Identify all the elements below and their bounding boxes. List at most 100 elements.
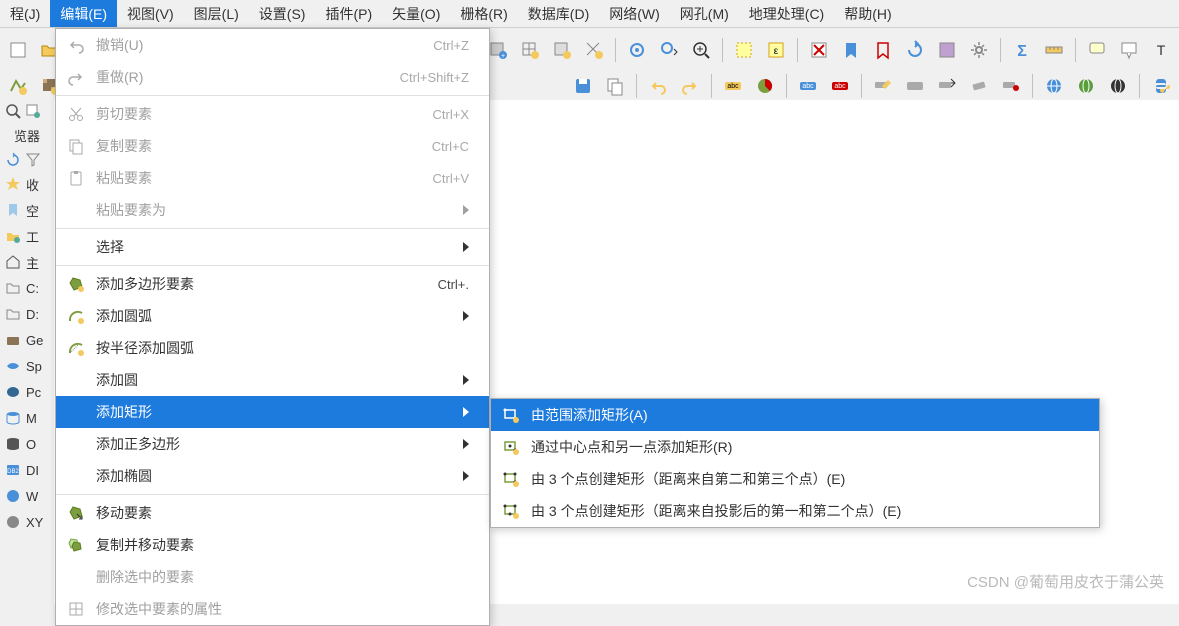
show-label-icon[interactable]	[901, 72, 929, 100]
copy-layer-icon[interactable]	[601, 72, 629, 100]
drive-c-item[interactable]: C:	[0, 275, 54, 301]
spatial-bookmarks-item[interactable]: 空	[0, 197, 54, 223]
bookmark-icon[interactable]	[837, 36, 865, 64]
rotate-label-icon[interactable]	[965, 72, 993, 100]
rect-3points-item[interactable]: 由 3 个点创建矩形（距离来自第二和第三个点）(E)	[491, 463, 1099, 495]
spatialite-item[interactable]: Sp	[0, 353, 54, 379]
geopackage-item[interactable]: Ge	[0, 327, 54, 353]
add-ellipse-item[interactable]: 添加椭圆	[56, 460, 489, 492]
rect-center-item[interactable]: 通过中心点和另一点添加矩形(R)	[491, 431, 1099, 463]
edit-attributes-item[interactable]: 修改选中要素的属性	[56, 593, 489, 625]
text-annotation-icon[interactable]: T	[1147, 36, 1175, 64]
refresh-browser-icon[interactable]	[4, 151, 22, 169]
project-home-item[interactable]: 工	[0, 223, 54, 249]
menu-help[interactable]: 帮助(H)	[834, 0, 901, 27]
layer-grid-icon[interactable]	[516, 36, 544, 64]
change-label-icon[interactable]	[997, 72, 1025, 100]
redo-item[interactable]: 重做(R)Ctrl+Shift+Z	[56, 61, 489, 93]
select-expr-icon[interactable]: ε	[762, 36, 790, 64]
add-polygon-item[interactable]: 添加多边形要素Ctrl+.	[56, 268, 489, 300]
redo2-icon[interactable]	[676, 72, 704, 100]
pin-label-icon[interactable]	[869, 72, 897, 100]
menu-edit[interactable]: 编辑(E)	[50, 0, 117, 27]
label-bg-icon[interactable]: abc	[794, 72, 822, 100]
menu-layer[interactable]: 图层(L)	[184, 0, 249, 27]
browser-header: 览器	[0, 122, 54, 149]
drive-d-item[interactable]: D:	[0, 301, 54, 327]
annotation-icon[interactable]	[1115, 36, 1143, 64]
deselect-icon[interactable]	[805, 36, 833, 64]
python-icon[interactable]	[1147, 72, 1175, 100]
oracle-item[interactable]: O	[0, 431, 54, 457]
rect-extent-item[interactable]: 由范围添加矩形(A)	[491, 399, 1099, 431]
rect-3points-proj-item[interactable]: 由 3 个点创建矩形（距离来自投影后的第一和第二个点）(E)	[491, 495, 1099, 527]
add-vector-icon[interactable]	[4, 72, 32, 100]
mssql-item[interactable]: M	[0, 405, 54, 431]
paste-as-item[interactable]: 粘贴要素为	[56, 194, 489, 226]
select-item[interactable]: 选择	[56, 231, 489, 263]
identify-arrow-icon[interactable]	[655, 36, 683, 64]
select-rect-icon[interactable]	[730, 36, 758, 64]
add-arc-radius-item[interactable]: 按半径添加圆弧	[56, 332, 489, 364]
edit-dropdown: 撤销(U)Ctrl+Z 重做(R)Ctrl+Shift+Z 剪切要素Ctrl+X…	[55, 28, 490, 626]
postgres-item[interactable]: Pc	[0, 379, 54, 405]
magnify-icon[interactable]	[4, 102, 22, 120]
xyz-item[interactable]: XY	[0, 509, 54, 535]
filter-browser-icon[interactable]	[24, 151, 42, 169]
copy-move-feature-item[interactable]: 复制并移动要素	[56, 529, 489, 561]
add-regular-polygon-item[interactable]: 添加正多边形	[56, 428, 489, 460]
new-project-icon[interactable]	[4, 36, 32, 64]
menu-network[interactable]: 网络(W)	[599, 0, 670, 27]
svg-text:Σ: Σ	[1017, 43, 1027, 60]
favorites-item[interactable]: 收	[0, 171, 54, 197]
wms-item[interactable]: W	[0, 483, 54, 509]
menu-raster[interactable]: 栅格(R)	[450, 0, 517, 27]
project-folder-icon	[4, 227, 22, 245]
layer-mesh-icon[interactable]	[580, 36, 608, 64]
delete-selected-item[interactable]: 删除选中的要素	[56, 561, 489, 593]
zoom-in-icon[interactable]	[687, 36, 715, 64]
folder-icon	[4, 279, 22, 297]
redo-icon	[64, 65, 88, 89]
home-item[interactable]: 主	[0, 249, 54, 275]
add-circle-item[interactable]: 添加圆	[56, 364, 489, 396]
refresh-icon[interactable]	[901, 36, 929, 64]
globe1-icon[interactable]	[1040, 72, 1068, 100]
measure-icon[interactable]	[1040, 36, 1068, 64]
undo-item[interactable]: 撤销(U)Ctrl+Z	[56, 29, 489, 61]
menu-database[interactable]: 数据库(D)	[518, 0, 599, 27]
undo2-icon[interactable]	[644, 72, 672, 100]
sum-icon[interactable]: Σ	[1008, 36, 1036, 64]
add-layer-icon[interactable]	[24, 102, 42, 120]
menu-mesh[interactable]: 网孔(M)	[670, 0, 739, 27]
gear-icon[interactable]	[965, 36, 993, 64]
db2-item[interactable]: DB2DI	[0, 457, 54, 483]
svg-text:abc: abc	[802, 83, 814, 90]
bookmark-add-icon[interactable]	[869, 36, 897, 64]
maptips-icon[interactable]	[1083, 36, 1111, 64]
identify-icon[interactable]	[623, 36, 651, 64]
menu-project[interactable]: 程(J)	[0, 0, 50, 27]
menu-processing[interactable]: 地理处理(C)	[739, 0, 834, 27]
diagram-icon[interactable]	[751, 72, 779, 100]
layer-temp-icon[interactable]	[548, 36, 576, 64]
menu-plugins[interactable]: 插件(P)	[315, 0, 382, 27]
menu-vector[interactable]: 矢量(O)	[382, 0, 450, 27]
label-icon[interactable]: abc	[719, 72, 747, 100]
add-arc-item[interactable]: 添加圆弧	[56, 300, 489, 332]
style-icon[interactable]	[933, 36, 961, 64]
globe2-icon[interactable]	[1072, 72, 1100, 100]
cut-item[interactable]: 剪切要素Ctrl+X	[56, 98, 489, 130]
move-feature-item[interactable]: 移动要素	[56, 497, 489, 529]
label-red-icon[interactable]: abc	[826, 72, 854, 100]
rect-3pt-icon	[499, 467, 523, 491]
add-rectangle-item[interactable]: 添加矩形	[56, 396, 489, 428]
submenu-arrow-icon	[463, 439, 469, 449]
save-layer-icon[interactable]	[569, 72, 597, 100]
paste-item[interactable]: 粘贴要素Ctrl+V	[56, 162, 489, 194]
globe3-icon[interactable]	[1104, 72, 1132, 100]
menu-settings[interactable]: 设置(S)	[249, 0, 316, 27]
copy-item[interactable]: 复制要素Ctrl+C	[56, 130, 489, 162]
move-label-icon[interactable]	[933, 72, 961, 100]
menu-view[interactable]: 视图(V)	[117, 0, 184, 27]
